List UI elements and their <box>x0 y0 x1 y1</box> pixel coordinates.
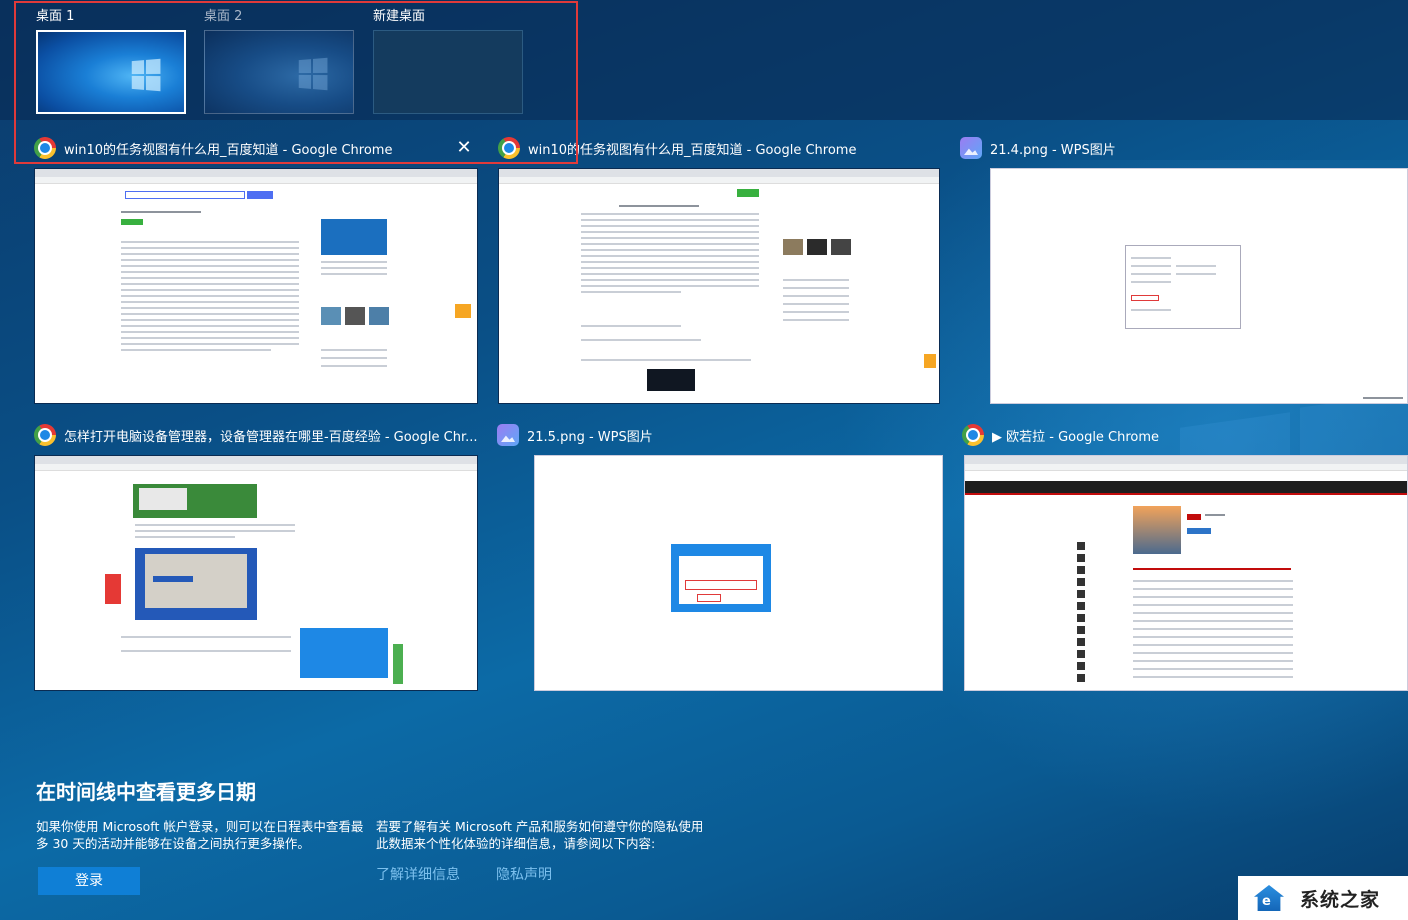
window-card[interactable]: win10的任务视图有什么用_百度知道 - Google Chrome <box>498 134 940 404</box>
window-card[interactable]: win10的任务视图有什么用_百度知道 - Google Chrome ✕ <box>34 134 478 404</box>
timeline-description: 如果你使用 Microsoft 帐户登录，则可以在日程表中查看最 多 30 天的… <box>36 819 364 851</box>
login-button[interactable]: 登录 <box>38 867 140 895</box>
privacy-description: 若要了解有关 Microsoft 产品和服务如何遵守你的隐私使用 此数据来个性化… <box>376 819 704 851</box>
chrome-icon <box>962 424 984 446</box>
window-title: ▶ 欧若拉 - Google Chrome <box>992 429 1160 445</box>
window-thumbnail[interactable] <box>34 455 478 691</box>
site-watermark: e 系统之家 <box>1238 876 1408 920</box>
window-thumbnail[interactable] <box>990 168 1408 404</box>
window-thumbnail[interactable] <box>534 455 943 691</box>
window-title: 21.4.png - WPS图片 <box>990 142 1116 158</box>
window-title: 怎样打开电脑设备管理器，设备管理器在哪里-百度经验 - Google Chr..… <box>64 429 478 445</box>
timeline-heading: 在时间线中查看更多日期 <box>36 780 256 804</box>
chrome-icon <box>34 424 56 446</box>
window-title: 21.5.png - WPS图片 <box>527 429 653 445</box>
window-title-bar: 21.5.png - WPS图片 <box>497 421 943 449</box>
window-thumbnail[interactable] <box>498 168 940 404</box>
window-title-bar: 21.4.png - WPS图片 <box>960 134 1408 162</box>
window-thumbnail[interactable] <box>964 455 1408 691</box>
window-card[interactable]: 21.4.png - WPS图片 <box>960 134 1408 404</box>
window-card[interactable]: 21.5.png - WPS图片 <box>497 421 943 691</box>
wps-picture-icon <box>960 137 982 159</box>
highlight-annotation <box>14 1 578 164</box>
window-card[interactable]: 怎样打开电脑设备管理器，设备管理器在哪里-百度经验 - Google Chr..… <box>34 421 478 691</box>
wps-picture-icon <box>497 424 519 446</box>
window-title-bar: ▶ 欧若拉 - Google Chrome <box>962 421 1408 449</box>
house-logo-icon: e <box>1248 883 1292 913</box>
watermark-text: 系统之家 <box>1300 888 1381 911</box>
privacy-statement-link[interactable]: 隐私声明 <box>496 864 552 884</box>
window-card[interactable]: ▶ 欧若拉 - Google Chrome <box>962 421 1408 691</box>
window-thumbnail[interactable] <box>34 168 478 404</box>
window-title-bar: 怎样打开电脑设备管理器，设备管理器在哪里-百度经验 - Google Chr..… <box>34 421 478 449</box>
learn-more-link[interactable]: 了解详细信息 <box>376 864 460 884</box>
